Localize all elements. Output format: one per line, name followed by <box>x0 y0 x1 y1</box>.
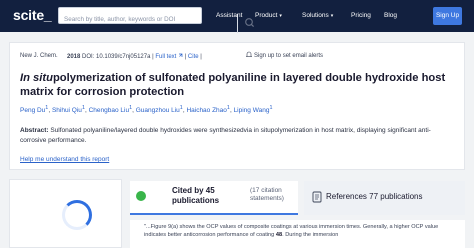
abstract-label: Abstract: <box>20 127 49 134</box>
abstract: Abstract: Sulfonated polyaniline/layered… <box>20 126 456 145</box>
nav-product[interactable]: Product ▾ <box>255 12 282 19</box>
chevron-down-icon: ▾ <box>330 13 334 19</box>
search-input[interactable] <box>64 12 184 27</box>
email-alert-label: Sign up to set email alerts <box>254 53 324 59</box>
nav-product-label: Product <box>255 12 278 19</box>
paper-card: New J. Chem. 2018 DOI: 10.1039/c7nj05127… <box>9 42 465 170</box>
snippet-text: "...Figure 9(a) shows the OCP values of … <box>144 223 451 239</box>
external-link-icon <box>179 53 183 57</box>
author-list: Peng Du1, Shihui Qiu1, Chengbao Liu1, Gu… <box>20 105 273 115</box>
paper-doi[interactable]: DOI: 10.1039/c7nj05127a <box>82 54 150 60</box>
tab-references[interactable]: References 77 publications <box>304 181 465 215</box>
title-italic-part: In situ <box>20 72 53 84</box>
scite-logo[interactable]: scite_ <box>13 7 52 23</box>
paper-title: In situpolymerization of sulfonated poly… <box>20 72 460 99</box>
abstract-text: Sulfonated polyaniline/layered double hy… <box>20 127 431 144</box>
nav-pricing[interactable]: Pricing <box>351 12 371 19</box>
nav-blog[interactable]: Blog <box>384 12 397 19</box>
email-alert-button[interactable]: Sign up to set email alerts <box>245 51 324 59</box>
author-link[interactable]: Liping Wang <box>234 107 270 114</box>
help-understand-link[interactable]: Help me understand this report <box>20 156 109 163</box>
references-label: References 77 publications <box>326 192 423 201</box>
loading-spinner-icon <box>62 200 92 230</box>
author-link[interactable]: Haichao Zhao <box>186 107 226 114</box>
citation-snippet: "...Figure 9(a) shows the OCP values of … <box>130 220 465 248</box>
search-box[interactable] <box>58 7 255 33</box>
nav-solutions-label: Solutions <box>302 12 329 19</box>
top-navbar: scite_ Assistant Product▾ Solutions▾ Pri… <box>0 0 474 33</box>
document-icon <box>312 191 322 203</box>
paper-meta: 2018 DOI: 10.1039/c7nj05127a | Full text… <box>67 53 202 60</box>
cited-by-icon <box>136 191 146 201</box>
paper-year: 2018 <box>67 54 81 60</box>
cite-link[interactable]: Cite <box>188 54 199 60</box>
loading-panel <box>9 179 122 248</box>
chevron-down-icon: ▾ <box>279 13 282 19</box>
journal-name: New J. Chem. <box>20 53 58 59</box>
tab-cited-by[interactable]: Cited by 45 publications (17 citation st… <box>130 181 298 215</box>
author-link[interactable]: Guangzhou Liu <box>136 107 180 114</box>
cited-by-label: Cited by 45 publications <box>172 186 220 205</box>
author-link[interactable]: Chengbao Liu <box>89 107 129 114</box>
full-text-link[interactable]: Full text <box>155 54 176 60</box>
sign-up-button[interactable]: Sign Up <box>433 7 462 25</box>
nav-solutions[interactable]: Solutions ▾ <box>302 12 333 19</box>
citation-tabs: Cited by 45 publications (17 citation st… <box>130 181 465 215</box>
nav-assistant[interactable]: Assistant <box>216 12 242 19</box>
author-link[interactable]: Shihui Qiu <box>52 107 82 114</box>
author-link[interactable]: Peng Du <box>20 107 45 114</box>
snippet-text-after: . During the immersion <box>282 232 339 238</box>
title-main-part: polymerization of sulfonated polyaniline… <box>20 72 446 98</box>
bell-icon <box>245 51 253 57</box>
citation-statements-count: (17 citation statements) <box>250 187 284 202</box>
